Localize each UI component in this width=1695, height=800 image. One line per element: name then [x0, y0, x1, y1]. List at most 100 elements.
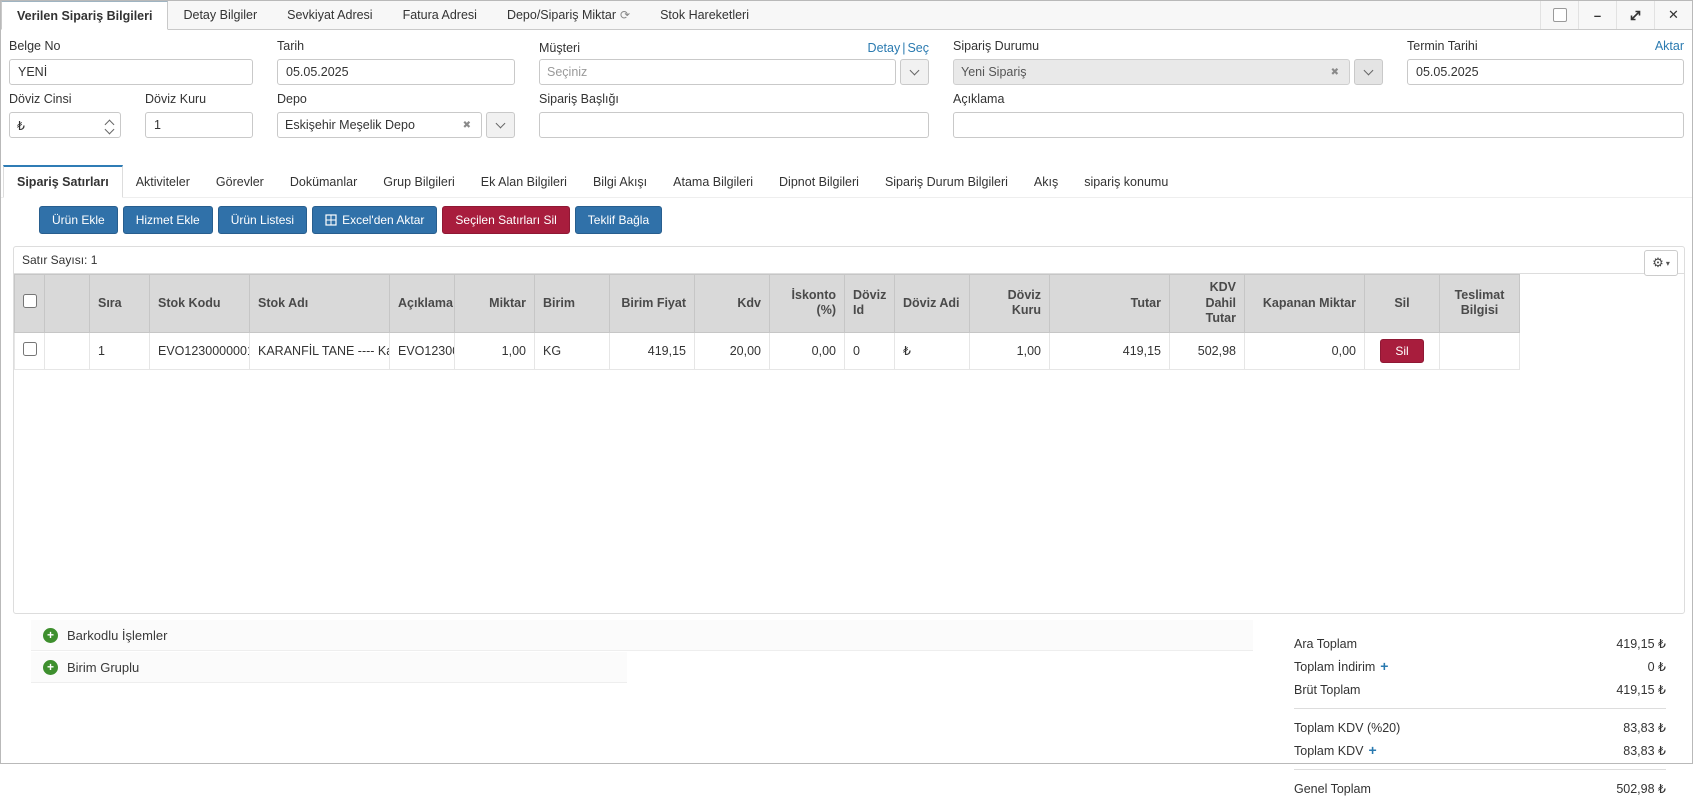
birim-gruplu-accordion[interactable]: + Birim Gruplu: [31, 652, 627, 683]
tab-detay-bilgiler[interactable]: Detay Bilgiler: [168, 1, 272, 29]
siparis-durumu-select[interactable]: Yeni Sipariş ✖: [953, 59, 1350, 85]
col-tutar[interactable]: Tutar: [1050, 275, 1170, 333]
doviz-kuru-input[interactable]: [145, 112, 253, 138]
subtab-bilgi-akisi[interactable]: Bilgi Akışı: [580, 167, 660, 197]
col-doviz-kuru[interactable]: Döviz Kuru: [970, 275, 1050, 333]
ara-toplam-label: Ara Toplam: [1294, 637, 1357, 651]
genel-toplam-row: Genel Toplam 502,98 ₺: [1294, 777, 1666, 800]
urun-listesi-button[interactable]: Ürün Listesi: [218, 206, 307, 234]
button-label: Hizmet Ekle: [136, 213, 200, 227]
aktar-link[interactable]: Aktar: [1655, 39, 1684, 53]
musteri-select[interactable]: Seçiniz: [539, 59, 896, 85]
tab-sevkiyat-adresi[interactable]: Sevkiyat Adresi: [272, 1, 387, 29]
add-kdv-icon[interactable]: +: [1368, 745, 1376, 756]
spinner-icon[interactable]: [102, 118, 113, 133]
cell-kapanan-miktar: 0,00: [1245, 332, 1365, 369]
tab-depo-siparis-miktar[interactable]: Depo/Sipariş Miktar⟳: [492, 1, 645, 29]
subtab-gorevler[interactable]: Görevler: [203, 167, 277, 197]
clear-icon[interactable]: ✖: [1328, 67, 1342, 78]
teklif-bagla-button[interactable]: Teklif Bağla: [575, 206, 662, 234]
subtab-grup-bilgileri[interactable]: Grup Bilgileri: [370, 167, 468, 197]
toplam-kdv-row: Toplam KDV + 83,83 ₺: [1294, 739, 1666, 762]
subtab-dipnot-bilgileri[interactable]: Dipnot Bilgileri: [766, 167, 872, 197]
toplam-kdv-oranli-value: 83,83 ₺: [1623, 720, 1666, 735]
hizmet-ekle-button[interactable]: Hizmet Ekle: [123, 206, 213, 234]
subtab-ek-alan-bilgileri[interactable]: Ek Alan Bilgileri: [468, 167, 580, 197]
cell-iskonto: 0,00: [770, 332, 845, 369]
subtab-dokumanlar[interactable]: Dokümanlar: [277, 167, 370, 197]
subtab-aktiviteler[interactable]: Aktiviteler: [123, 167, 203, 197]
col-doviz-adi[interactable]: Döviz Adi: [895, 275, 970, 333]
row-checkbox[interactable]: [23, 342, 37, 356]
col-birim[interactable]: Birim: [535, 275, 610, 333]
cell-sira: 1: [90, 332, 150, 369]
doviz-cinsi-select[interactable]: ₺: [9, 112, 121, 138]
detail-tabbar: Sipariş Satırları Aktiviteler Görevler D…: [1, 165, 1692, 198]
col-sira[interactable]: Sıra: [90, 275, 150, 333]
col-iskonto[interactable]: İskonto (%): [770, 275, 845, 333]
musteri-sec-link[interactable]: Seç: [907, 41, 929, 55]
button-label: Seçilen Satırları Sil: [455, 213, 556, 227]
subtab-siparis-konumu[interactable]: sipariş konumu: [1071, 167, 1181, 197]
expand-plus-icon: +: [43, 628, 58, 643]
siparis-basligi-input[interactable]: [539, 112, 929, 138]
toplam-indirim-row: Toplam İndirim + 0 ₺: [1294, 655, 1666, 678]
table-row[interactable]: 1 EVO12300000019 KARANFİL TANE ---- Kala…: [15, 332, 1520, 369]
col-kdv[interactable]: Kdv: [695, 275, 770, 333]
clear-icon[interactable]: ✖: [460, 120, 474, 131]
aciklama-label: Açıklama: [953, 92, 1684, 107]
barkodlu-islemler-accordion[interactable]: + Barkodlu İşlemler: [31, 620, 1253, 651]
tab-fatura-adresi[interactable]: Fatura Adresi: [388, 1, 492, 29]
row-count-label: Satır Sayısı: 1: [22, 253, 97, 267]
close-button[interactable]: ✕: [1654, 1, 1692, 29]
musteri-placeholder: Seçiniz: [547, 65, 888, 79]
col-kdv-dahil-tutar[interactable]: KDV Dahil Tutar: [1170, 275, 1245, 333]
accordion-label: Barkodlu İşlemler: [67, 628, 167, 643]
depo-dropdown-button[interactable]: [486, 112, 515, 138]
tab-stok-hareketleri[interactable]: Stok Hareketleri: [645, 1, 764, 29]
column-settings-button[interactable]: ⚙▾: [1644, 250, 1678, 276]
toplam-indirim-value: 0 ₺: [1648, 659, 1666, 674]
subtab-siparis-durum-bilgileri[interactable]: Sipariş Durum Bilgileri: [872, 167, 1021, 197]
belge-no-input[interactable]: [9, 59, 253, 85]
add-discount-icon[interactable]: +: [1380, 661, 1388, 672]
doviz-cinsi-value: ₺: [17, 118, 102, 133]
select-all-checkbox[interactable]: [23, 294, 37, 308]
totals-panel: Ara Toplam 419,15 ₺ Toplam İndirim + 0 ₺…: [1294, 632, 1666, 800]
chevron-down-icon: [1364, 66, 1374, 76]
musteri-detay-link[interactable]: Detay: [868, 41, 901, 55]
pin-checkbox[interactable]: [1540, 1, 1578, 29]
col-kapanan-miktar[interactable]: Kapanan Miktar: [1245, 275, 1365, 333]
secilen-satirlari-sil-button[interactable]: Seçilen Satırları Sil: [442, 206, 569, 234]
urun-ekle-button[interactable]: Ürün Ekle: [39, 206, 118, 234]
col-birim-fiyat[interactable]: Birim Fiyat: [610, 275, 695, 333]
expand-button[interactable]: [1616, 1, 1654, 29]
col-stok-adi[interactable]: Stok Adı: [250, 275, 390, 333]
subtab-siparis-satirlari[interactable]: Sipariş Satırları: [3, 165, 123, 198]
musteri-dropdown-button[interactable]: [900, 59, 929, 85]
subtab-atama-bilgileri[interactable]: Atama Bilgileri: [660, 167, 766, 197]
cell-sil: Sil: [1365, 332, 1440, 369]
col-miktar[interactable]: Miktar: [455, 275, 535, 333]
tab-verilen-siparis-bilgileri[interactable]: Verilen Sipariş Bilgileri: [1, 1, 168, 30]
depo-value: Eskişehir Meşelik Depo: [285, 118, 460, 132]
main-tabbar: Verilen Sipariş Bilgileri Detay Bilgiler…: [1, 1, 1692, 30]
cell-spacer: [45, 332, 90, 369]
minimize-button[interactable]: –: [1578, 1, 1616, 29]
minimize-icon: –: [1594, 8, 1601, 23]
cell-aciklama: EVO1230000001: [390, 332, 455, 369]
subtab-akis[interactable]: Akış: [1021, 167, 1071, 197]
col-stok-kodu[interactable]: Stok Kodu: [150, 275, 250, 333]
tarih-input[interactable]: [277, 59, 515, 85]
termin-tarihi-input[interactable]: [1407, 59, 1684, 85]
button-label: Ürün Ekle: [52, 213, 105, 227]
aciklama-input[interactable]: [953, 112, 1684, 138]
siparis-durumu-dropdown-button[interactable]: [1354, 59, 1383, 85]
excelden-aktar-button[interactable]: Excel'den Aktar: [312, 206, 437, 234]
depo-select[interactable]: Eskişehir Meşelik Depo ✖: [277, 112, 482, 138]
toplam-kdv-oranli-label: Toplam KDV (%20): [1294, 721, 1400, 735]
col-aciklama[interactable]: Açıklama: [390, 275, 455, 333]
siparis-durumu-value: Yeni Sipariş: [961, 65, 1328, 79]
delete-row-button[interactable]: Sil: [1380, 339, 1423, 363]
col-doviz-id[interactable]: Döviz Id: [845, 275, 895, 333]
